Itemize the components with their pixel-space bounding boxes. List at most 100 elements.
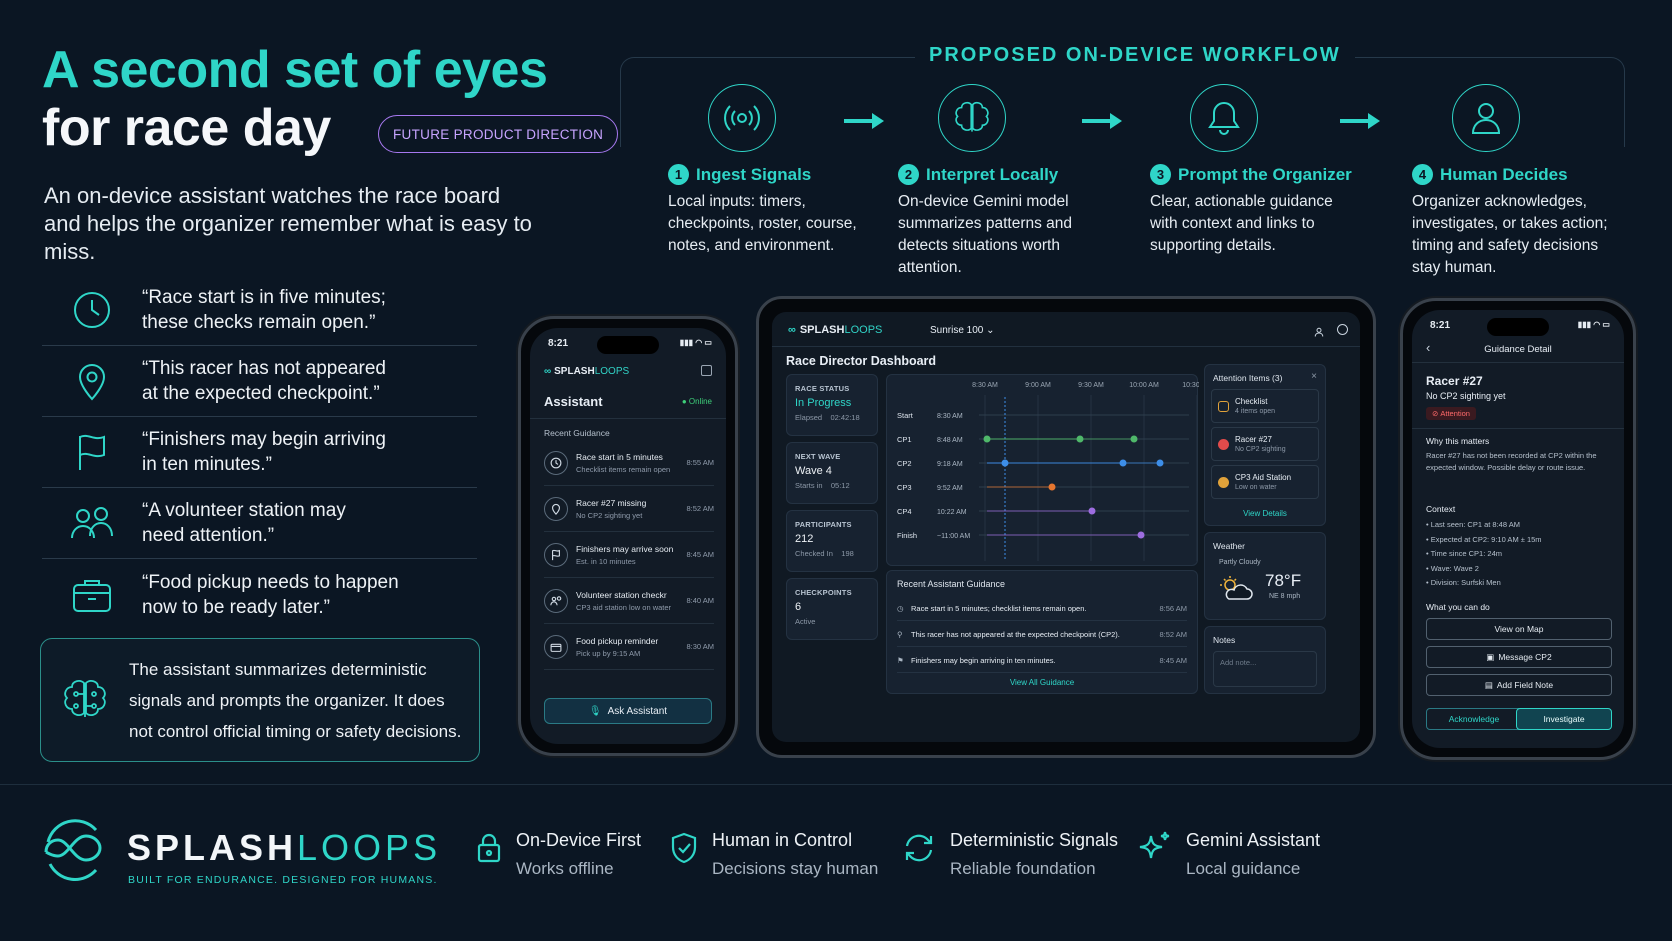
guidance-list-item[interactable]: Finishers may arrive soon Est. in 10 minu… [544,532,714,578]
racer-marker[interactable] [1088,507,1096,515]
step-number: 1 [668,164,689,185]
acknowledge-button[interactable]: Acknowledge [1426,708,1522,730]
notes-input[interactable]: Add note... [1213,651,1317,687]
guidance-row[interactable]: ◷ Race start in 5 minutes; checklist item… [897,597,1187,621]
view-details-link[interactable]: View Details [1205,509,1325,518]
racer-marker[interactable] [1048,483,1056,491]
guidance-row[interactable]: ⚲ This racer has not appeared at the expe… [897,623,1187,647]
arrow-right-icon [1340,110,1382,137]
racer-marker[interactable] [1130,435,1138,443]
stat-label: CHECKPOINTS [795,588,852,597]
guidance-list-item[interactable]: Racer #27 missing No CP2 sighting yet 8:5… [544,486,714,532]
guidance-row[interactable]: ⚑ Finishers may begin arriving in ten min… [897,649,1187,673]
feature-sub: Decisions stay human [712,859,879,878]
race-status-card: RACE STATUS In Progress Elapsed 02:42:18 [786,374,878,436]
guidance-list-item[interactable]: Race start in 5 minutes Checklist items r… [544,440,714,486]
stat-value: In Progress [795,397,852,409]
flag-icon [544,542,568,567]
guidance-text: Finishers may begin arriving in ten minu… [911,656,1056,665]
brain-icon [938,84,1006,152]
brain-icon [41,677,129,723]
infinity-icon: ∞ [788,324,796,336]
feature-title: Gemini Assistant [1186,830,1321,850]
footer-tagline: BUILT FOR ENDURANCE. DESIGNED FOR HUMANS… [128,874,438,886]
settings-icon[interactable] [1337,324,1348,335]
compose-icon[interactable] [701,365,712,376]
item-sub: No CP2 sighting yet [576,510,643,520]
user-icon[interactable] [1314,324,1324,342]
step-title: Interpret Locally [926,164,1059,184]
item-title: Finishers may arrive soon [576,543,674,554]
quote-line2: need attention.” [142,525,275,546]
dashboard-tablet: ∞ SPLASH LOOPS Sunrise 100 ⌄ Race Directo… [756,296,1376,758]
attention-item[interactable]: Racer #27 No CP2 sighting [1211,427,1319,461]
note-icon: ▤ [1484,679,1493,690]
brand-splash: SPLASH [127,827,298,868]
quote-line2: now to be ready later.” [142,596,330,618]
context-item: • Time since CP1: 24m [1426,549,1502,558]
step-description: Local inputs: timers, checkpoints, roste… [668,193,857,254]
checkpoint-timeline: 8:30 AM 9:00 AM 9:30 AM 10:00 AM 10:30 AM Sta… [897,382,1212,561]
checklist-icon [1218,400,1229,412]
stat-value: 212 [795,533,814,545]
racer-marker[interactable] [1156,459,1164,467]
attention-item-title: CP3 Aid Station [1235,473,1292,482]
guidance-list-item[interactable]: Volunteer station checkr CP3 aid station … [544,578,714,624]
ask-assistant-button[interactable]: 🎙︎ Ask Assistant [544,698,712,724]
footer-wordmark: SPLASH LOOPS [127,827,441,869]
time-tick-label: 9:30 AM [1078,382,1104,389]
chevron-down-icon: ⌄ [986,325,995,336]
feature-item: Deterministic Signals Reliable foundation [902,830,1118,879]
view-all-guidance-link[interactable]: View All Guidance [887,678,1197,687]
attention-item[interactable]: Checklist 4 items open [1211,389,1319,423]
investigate-button[interactable]: Investigate [1516,708,1612,730]
stat-sub: Starts in 05:12 [795,481,850,490]
step-title: Human Decides [1440,164,1568,184]
dashboard-title: Race Director Dashboard [786,354,937,368]
item-time: 8:52 AM [686,504,714,513]
guidance-time: 8:45 AM [1159,656,1187,665]
attention-item-sub: Low on water [1235,484,1277,491]
map-pin-icon [42,360,142,402]
checkpoint-label: CP4 [897,507,912,516]
context-item: • Division: Surfski Men [1426,578,1501,587]
arrow-right-icon [1082,110,1124,137]
guidance-text: This racer has not appeared at the expec… [911,630,1120,639]
infinity-icon: ∞ [544,366,552,377]
attention-item[interactable]: CP3 Aid Station Low on water [1211,465,1319,499]
add-field-note-button[interactable]: ▤ Add Field Note [1426,674,1612,696]
quote-item: “A volunteer station may need attention.” [42,488,477,559]
event-selector[interactable]: Sunrise 100 ⌄ [930,325,995,336]
timeline-card: 8:30 AM 9:00 AM 9:30 AM 10:00 AM 10:30 AM Sta… [886,374,1212,566]
close-icon[interactable]: × [1311,371,1317,382]
attention-items-card: Attention Items (3) × Checklist 4 items o… [1204,364,1326,526]
feature-title: Human in Control [712,830,853,850]
feature-item: Gemini Assistant Local guidance [1138,830,1320,879]
racer-marker[interactable] [1137,531,1145,539]
guidance-list-item[interactable]: Food pickup reminder Pick up by 9:15 AM 8… [544,624,714,670]
stat-sub: Elapsed 02:42:18 [795,413,860,422]
step-number: 4 [1412,164,1433,185]
attention-item-title: Racer #27 [1235,435,1272,444]
quote-item: “Finishers may begin arriving in ten minu… [42,417,477,488]
checkpoint-time: 9:18 AM [937,461,963,468]
phone-notch [1487,318,1549,336]
people-icon [42,502,142,544]
signal-battery-icon: ▮▮▮ ◠ ▭ [1577,320,1610,329]
step-title: Prompt the Organizer [1178,164,1352,184]
item-sub: Pick up by 9:15 AM [576,648,641,658]
workflow-step: 3 Prompt the Organizer Clear, actionable … [1150,84,1370,257]
step-title: Ingest Signals [696,164,812,184]
actions-title: What you can do [1426,602,1490,612]
people-icon [544,588,568,613]
view-on-map-button[interactable]: View on Map [1426,618,1612,640]
microphone-icon: 🎙︎ [588,705,602,717]
sparkle-icon [1138,830,1172,879]
weather-condition: Partly Cloudy [1219,559,1261,566]
message-cp2-button[interactable]: ▣ Message CP2 [1426,646,1612,668]
partly-cloudy-icon [1219,575,1253,606]
quote-line2: at the expected checkpoint.” [142,383,380,404]
guidance-text: Race start in 5 minutes; checklist items… [911,604,1087,613]
clock-icon [544,450,568,475]
checkpoint-time: 8:48 AM [937,437,963,444]
